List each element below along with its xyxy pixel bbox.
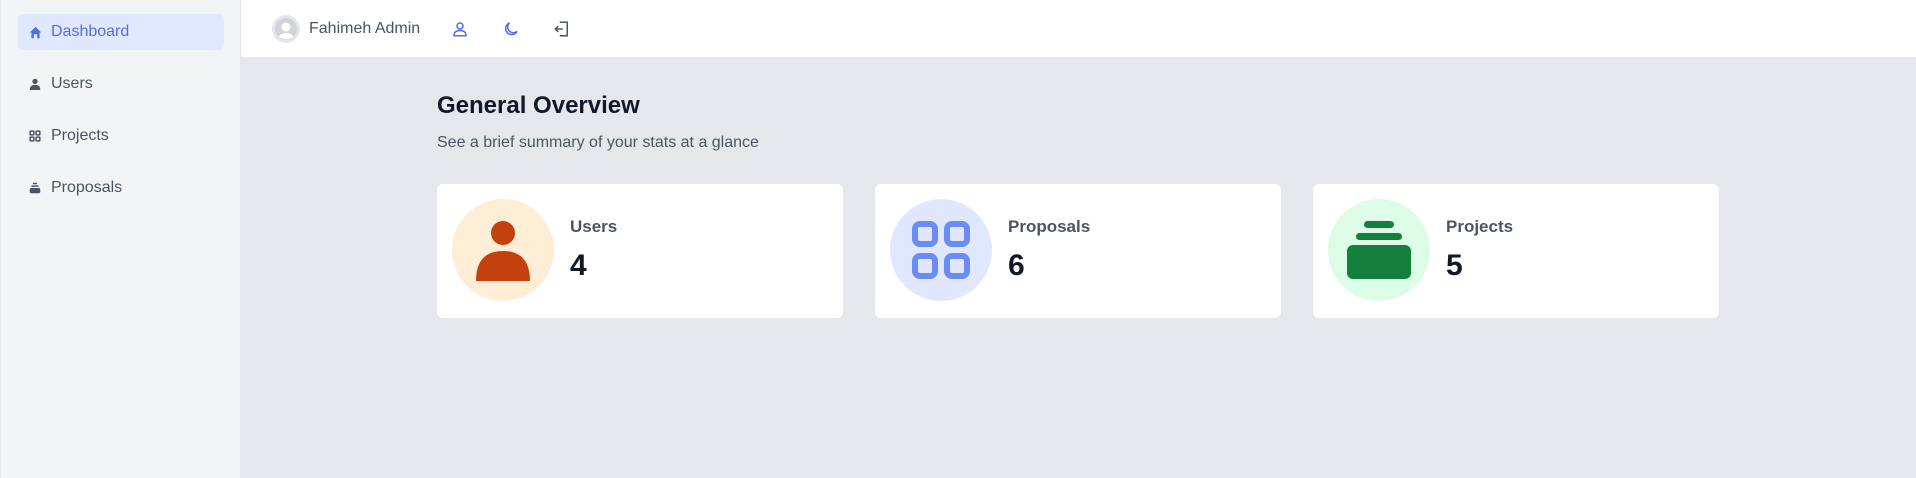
stat-value: 6: [1008, 249, 1025, 282]
profile-icon[interactable]: [448, 17, 472, 41]
user-icon: [28, 77, 42, 91]
page-subtitle: See a brief summary of your stats at a g…: [437, 134, 759, 151]
main-area: Fahimeh Admin General Overview See a bri…: [241, 0, 1916, 478]
stat-label: Proposals: [1008, 217, 1091, 236]
avatar[interactable]: [272, 14, 300, 43]
sidebar-item-label: Proposals: [51, 179, 123, 196]
sidebar-item-projects[interactable]: Projects: [18, 118, 224, 154]
username: Fahimeh Admin: [309, 19, 421, 37]
app: Dashboard Users Projects Proposals Fahim…: [0, 0, 1916, 478]
sidebar-item-users[interactable]: Users: [18, 66, 224, 102]
stack-icon: [28, 181, 42, 195]
sidebar-item-label: Users: [51, 75, 93, 92]
stack-icon: [1328, 199, 1430, 301]
moon-icon[interactable]: [499, 17, 523, 41]
stat-value: 4: [570, 249, 587, 282]
sidebar-item-proposals[interactable]: Proposals: [18, 170, 224, 206]
logout-icon[interactable]: [550, 17, 574, 41]
stats-cards: Users 4 Proposals 6 Projects 5: [437, 184, 1916, 318]
sidebar-item-dashboard[interactable]: Dashboard: [18, 14, 224, 50]
sidebar-item-label: Dashboard: [51, 23, 130, 40]
page-title: General Overview: [437, 92, 640, 119]
stat-card-projects: Projects 5: [1313, 184, 1719, 318]
stat-value: 5: [1446, 249, 1463, 282]
user-icon: [452, 199, 554, 301]
overview-section: General Overview See a brief summary of …: [241, 58, 1916, 318]
stat-card-users: Users 4: [437, 184, 843, 318]
grid-icon: [28, 129, 42, 143]
stat-label: Users: [570, 217, 618, 236]
grid-icon: [890, 199, 992, 301]
stat-label: Projects: [1446, 217, 1514, 236]
sidebar-item-label: Projects: [51, 127, 109, 144]
sidebar: Dashboard Users Projects Proposals: [0, 0, 241, 478]
topbar: Fahimeh Admin: [241, 0, 1916, 58]
home-icon: [28, 25, 42, 39]
stat-card-proposals: Proposals 6: [875, 184, 1281, 318]
